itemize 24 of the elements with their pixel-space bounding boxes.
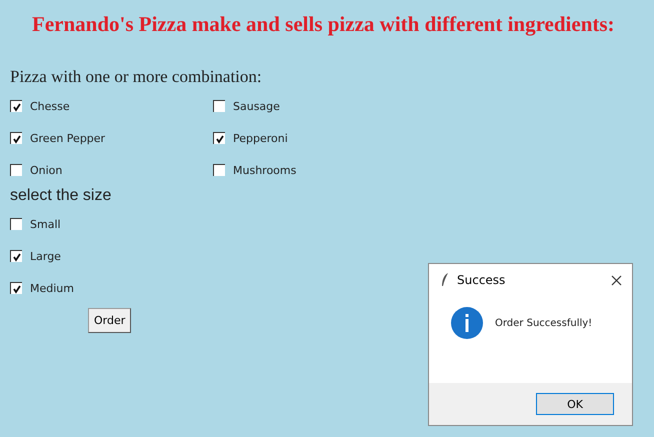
check-icon xyxy=(214,134,224,144)
topping-checkbox[interactable]: Chesse xyxy=(10,97,70,115)
info-icon xyxy=(451,307,483,339)
toppings-label: Pizza with one or more combination: xyxy=(10,67,263,87)
check-icon xyxy=(12,134,22,144)
page-heading: Fernando's Pizza make and sells pizza with different ingredients: xyxy=(31,12,616,37)
feather-icon xyxy=(441,273,449,287)
dialog-message: Order Successfully! xyxy=(495,318,592,328)
check-icon xyxy=(12,252,22,262)
topping-checkbox[interactable]: Pepperoni xyxy=(213,129,288,147)
topping-checkbox[interactable]: Sausage xyxy=(213,97,280,115)
size-checkbox[interactable]: Large xyxy=(10,247,61,265)
size-checkbox[interactable]: Medium xyxy=(10,279,74,297)
check-icon xyxy=(12,284,22,294)
size-checkbox[interactable]: Small xyxy=(10,215,61,233)
topping-checkbox[interactable]: Green Pepper xyxy=(10,129,106,147)
size-label: select the size xyxy=(10,187,112,205)
check-icon xyxy=(12,102,22,112)
ok-button[interactable]: OK xyxy=(536,393,614,415)
topping-checkbox[interactable]: Mushrooms xyxy=(213,161,296,179)
close-icon[interactable] xyxy=(611,274,622,286)
order-button[interactable]: Order xyxy=(88,308,132,333)
topping-checkbox[interactable]: Onion xyxy=(10,161,62,179)
dialog-title: Success xyxy=(457,273,506,287)
